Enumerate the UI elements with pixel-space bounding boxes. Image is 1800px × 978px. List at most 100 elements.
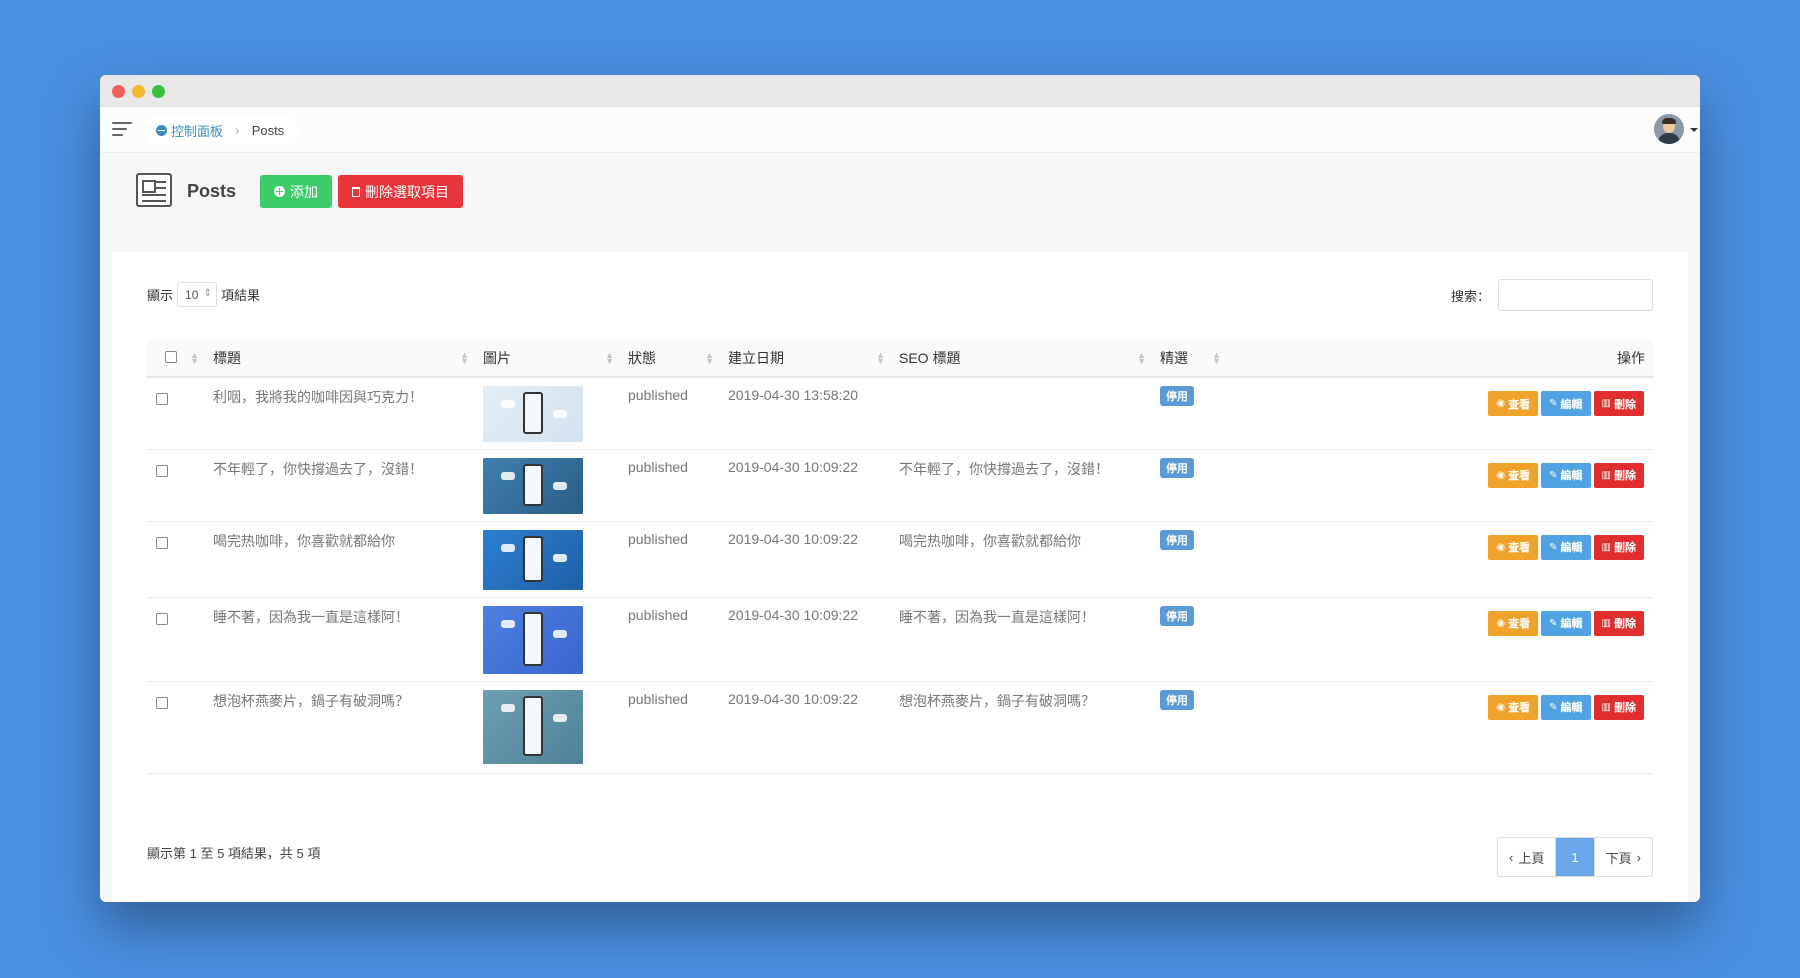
row-checkbox[interactable] — [156, 536, 168, 549]
select-all-checkbox[interactable] — [165, 350, 177, 363]
view-button[interactable]: ◉ 查看 — [1488, 391, 1539, 416]
breadcrumb-separator-icon: › — [235, 122, 240, 138]
sort-icon[interactable]: ▲ ▼ — [190, 351, 199, 366]
search-input[interactable] — [1498, 279, 1653, 311]
delete-button[interactable]: ▥ 刪除 — [1593, 610, 1644, 636]
close-window-button[interactable] — [112, 85, 125, 98]
results-label: 項結果 — [221, 288, 261, 303]
post-title[interactable]: 不年輕了，你快撐過去了，沒錯！ — [213, 461, 423, 477]
edit-button[interactable]: ✎ 編輯 — [1541, 694, 1591, 720]
delete-label: 刪除 — [1614, 618, 1636, 630]
post-title[interactable]: 利咽，我將我的咖啡因與巧克力！ — [213, 389, 423, 405]
column-header-date[interactable]: 建立日期 ▲ ▼ — [720, 339, 891, 378]
row-select-cell — [147, 681, 205, 774]
featured-badge[interactable]: 停用 — [1160, 386, 1194, 406]
image-cell — [475, 681, 620, 774]
dashboard-icon — [156, 124, 167, 136]
delete-selected-button[interactable]: 刪除選取項目 — [338, 175, 463, 208]
menu-toggle-icon[interactable] — [112, 122, 132, 136]
content-header: Posts 添加 刪除選取項目 — [100, 153, 1700, 253]
sort-icon[interactable]: ▲ ▼ — [876, 351, 885, 366]
window-titlebar — [100, 75, 1700, 107]
status-cell: published — [620, 681, 720, 774]
breadcrumb-home-link[interactable]: 控制面板 — [156, 121, 223, 140]
minimize-window-button[interactable] — [132, 85, 145, 98]
prev-page-button[interactable]: ‹ 上頁 — [1498, 838, 1557, 876]
column-seo-label: SEO 標題 — [899, 349, 961, 366]
featured-cell: 停用 — [1152, 597, 1227, 682]
featured-badge[interactable]: 停用 — [1160, 605, 1194, 626]
sort-icon[interactable]: ▲ ▼ — [1137, 351, 1146, 366]
column-header-status[interactable]: 狀態 ▲ ▼ — [620, 339, 720, 378]
view-label: 查看 — [1508, 702, 1531, 714]
page-1-button[interactable]: 1 — [1556, 838, 1594, 876]
delete-button[interactable]: ▥ 刪除 — [1593, 534, 1644, 560]
sort-icon[interactable]: ▲ ▼ — [605, 351, 614, 366]
view-button[interactable]: ◉ 查看 — [1488, 694, 1539, 720]
column-header-image[interactable]: 圖片 ▲ ▼ — [475, 339, 620, 378]
featured-badge[interactable]: 停用 — [1160, 457, 1194, 478]
featured-cell: 停用 — [1152, 449, 1227, 522]
post-title[interactable]: 想泡杯燕麥片，鍋子有破洞嗎？ — [213, 693, 409, 709]
post-seo-title: 想泡杯燕麥片，鍋子有破洞嗎？ — [899, 692, 1095, 709]
posts-table-box: 顯示 10 項結果 搜索： ▲▼ 標題▲ — [112, 252, 1688, 902]
eye-icon: ◉ — [1496, 398, 1506, 409]
table-row: 喝完热咖啡，你喜歡就都給你 published 2019-04-30 10:09… — [147, 521, 1653, 598]
view-button[interactable]: ◉ 查看 — [1488, 534, 1539, 560]
table-wrapper: ▲ ▼ 標題 ▲ ▼ 圖片 ▲ ▼ 狀態 ▲ ▼ 建立日期 ▲ ▼ SEO 標題 ▲ ▼ 精選 ▲ ▼ 操… — [147, 339, 1653, 774]
featured-badge[interactable]: 停用 — [1160, 529, 1194, 550]
eye-icon: ◉ — [1496, 701, 1506, 713]
row-select-cell — [147, 521, 205, 598]
actions-cell: ◉ 查看 ✎ 編輯 ▥ 刪除 — [1227, 597, 1653, 682]
row-checkbox[interactable] — [156, 612, 168, 625]
newspaper-icon — [136, 173, 172, 207]
row-checkbox[interactable] — [156, 393, 168, 405]
column-header-actions: 操作 — [1227, 339, 1653, 378]
post-title[interactable]: 喝完热咖啡，你喜歡就都給你 — [213, 533, 395, 549]
post-seo-title: 喝完热咖啡，你喜歡就都給你 — [899, 532, 1081, 549]
row-checkbox[interactable] — [156, 696, 168, 709]
trash-icon: ▥ — [1601, 541, 1611, 553]
delete-button[interactable]: ▥ 刪除 — [1593, 694, 1644, 720]
actions-cell: ◉ 查看 ✎ 編輯 ▥ 刪除 — [1227, 521, 1653, 598]
delete-button[interactable]: ▥ 刪除 — [1593, 391, 1644, 416]
date-cell: 2019-04-30 13:58:20 — [720, 377, 891, 450]
table-row: 睡不著，因為我一直是這樣阿！ published 2019-04-30 10:0… — [147, 597, 1653, 682]
user-avatar[interactable] — [1654, 114, 1684, 144]
image-cell — [475, 377, 620, 450]
search-control: 搜索： — [1451, 279, 1653, 311]
sort-icon[interactable]: ▲ ▼ — [1212, 351, 1221, 366]
post-thumbnail — [483, 605, 583, 674]
row-checkbox[interactable] — [156, 464, 168, 477]
featured-cell: 停用 — [1152, 681, 1227, 774]
view-button[interactable]: ◉ 查看 — [1488, 610, 1539, 636]
view-button[interactable]: ◉ 查看 — [1488, 462, 1539, 488]
title-cell: 利咽，我將我的咖啡因與巧克力！ — [205, 377, 475, 450]
column-date-label: 建立日期 — [728, 349, 784, 366]
edit-icon: ✎ — [1549, 469, 1558, 481]
breadcrumb-current: Posts — [251, 122, 285, 138]
maximize-window-button[interactable] — [152, 85, 165, 98]
edit-button[interactable]: ✎ 編輯 — [1541, 610, 1591, 636]
column-header-featured[interactable]: 精選 ▲ ▼ — [1152, 339, 1227, 378]
sort-icon[interactable]: ▲ ▼ — [705, 351, 714, 366]
post-status: published — [628, 530, 688, 547]
sort-icon[interactable]: ▲ ▼ — [460, 351, 469, 366]
page-length-select[interactable]: 10 — [177, 282, 218, 307]
column-featured-label: 精選 — [1160, 349, 1188, 366]
posts-table: ▲ ▼ 標題 ▲ ▼ 圖片 ▲ ▼ 狀態 ▲ ▼ 建立日期 ▲ ▼ SEO 標題 ▲ ▼ 精選 ▲ ▼ 操… — [147, 339, 1653, 774]
eye-icon: ◉ — [1496, 617, 1506, 629]
select-all-header: ▲ ▼ — [147, 339, 205, 378]
column-header-title[interactable]: 標題 ▲ ▼ — [205, 339, 475, 378]
delete-button[interactable]: ▥ 刪除 — [1593, 462, 1644, 488]
edit-button[interactable]: ✎ 編輯 — [1541, 462, 1591, 488]
featured-badge[interactable]: 停用 — [1160, 689, 1194, 710]
chevron-down-icon[interactable] — [1690, 128, 1698, 132]
edit-button[interactable]: ✎ 編輯 — [1541, 534, 1591, 560]
add-button[interactable]: 添加 — [260, 175, 332, 208]
column-header-seo[interactable]: SEO 標題 ▲ ▼ — [891, 339, 1152, 378]
next-page-button[interactable]: 下頁 › — [1593, 838, 1652, 876]
page-title: Posts — [187, 181, 237, 201]
edit-button[interactable]: ✎ 編輯 — [1541, 391, 1591, 416]
post-title[interactable]: 睡不著，因為我一直是這樣阿！ — [213, 609, 409, 625]
